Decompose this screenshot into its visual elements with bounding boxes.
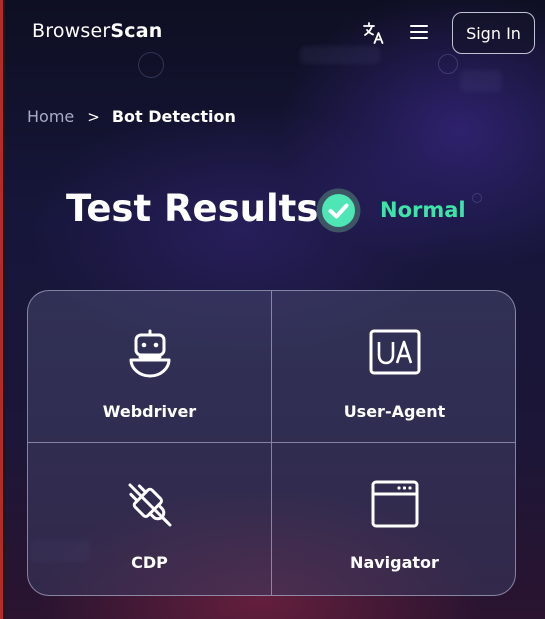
logo-text-bold: Scan xyxy=(110,20,163,42)
hamburger-menu-icon[interactable] xyxy=(408,21,430,43)
detection-checks-grid: Webdriver User-Agent CDP Navigator xyxy=(27,290,516,596)
check-label-webdriver: Webdriver xyxy=(102,402,197,421)
check-circle-icon xyxy=(316,188,361,233)
page-title: Test Results: xyxy=(66,187,334,230)
check-card-navigator[interactable]: Navigator xyxy=(272,443,515,595)
check-label-user-agent: User-Agent xyxy=(343,402,446,421)
logo-text: Browser xyxy=(32,20,111,42)
breadcrumb-home-link[interactable]: Home xyxy=(27,107,74,126)
sign-in-button[interactable]: Sign In xyxy=(452,12,535,54)
check-card-user-agent[interactable]: User-Agent xyxy=(272,291,515,443)
site-header: BrowserScan Sign In xyxy=(0,0,545,66)
brand-logo[interactable]: BrowserScan xyxy=(32,20,163,42)
translate-icon[interactable] xyxy=(362,21,386,45)
check-card-cdp[interactable]: CDP xyxy=(28,443,272,595)
check-label-cdp: CDP xyxy=(131,553,168,572)
robot-icon xyxy=(128,329,172,385)
window-edge-shadow xyxy=(3,0,5,619)
plug-icon xyxy=(125,480,175,534)
breadcrumb-current: Bot Detection xyxy=(111,107,236,126)
browser-window-icon xyxy=(371,480,419,532)
breadcrumb-separator: > xyxy=(87,107,100,126)
background-shape xyxy=(460,70,502,92)
status-badge: Normal xyxy=(380,198,466,222)
breadcrumb: Home > Bot Detection xyxy=(27,107,236,126)
test-results-summary: Test Results: Normal xyxy=(0,185,545,237)
check-card-webdriver[interactable]: Webdriver xyxy=(28,291,272,443)
ua-icon xyxy=(369,329,421,379)
check-label-navigator: Navigator xyxy=(350,553,439,572)
